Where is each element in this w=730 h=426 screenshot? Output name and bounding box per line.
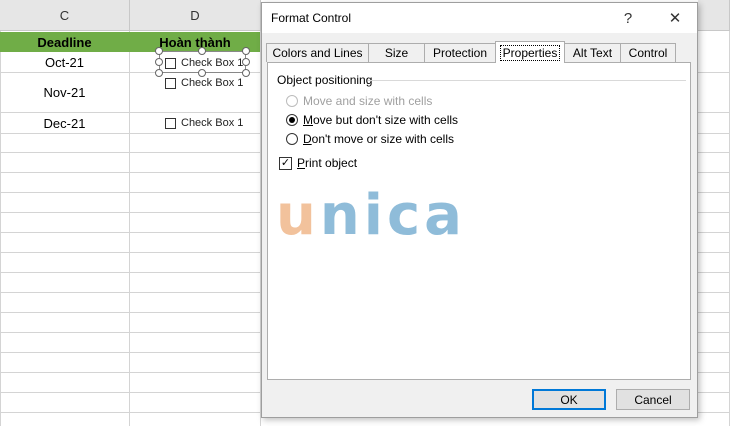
checkbox-label: Check Box 1 [181, 57, 244, 69]
radio-selected-icon[interactable] [286, 114, 298, 126]
form-checkbox-3[interactable]: Check Box 1 [165, 117, 243, 129]
watermark-letter: n [319, 183, 364, 248]
radio-move-not-size[interactable]: Move but don't size with cells [286, 113, 458, 127]
column-header-next[interactable] [698, 0, 730, 31]
checkbox-square[interactable] [165, 77, 176, 89]
column-header-c[interactable]: C [0, 0, 130, 31]
radio-dont-move-or-size[interactable]: Don't move or size with cells [286, 132, 454, 146]
watermark-letter: i [363, 183, 387, 248]
cell-deadline-1[interactable]: Oct-21 [0, 52, 129, 72]
watermark-letter: u [276, 183, 320, 248]
tab-label: Size [384, 46, 409, 60]
tab-label: Control [628, 46, 668, 60]
form-checkbox-2[interactable]: Check Box 1 [165, 77, 243, 89]
tab-control[interactable]: Control [620, 43, 676, 62]
header-cell-done[interactable]: Hoàn thành [130, 32, 260, 52]
cell-deadline-3[interactable]: Dec-21 [0, 113, 129, 133]
tab-alt-text[interactable]: Alt Text [564, 43, 621, 62]
watermark-letter: c [386, 183, 425, 248]
resize-handle[interactable] [242, 69, 250, 77]
radio-circle-icon[interactable] [286, 133, 298, 145]
tab-protection[interactable]: Protection [424, 43, 496, 62]
tab-label: Protection [432, 46, 488, 60]
resize-handle[interactable] [198, 69, 206, 77]
close-button[interactable]: ✕ [665, 8, 685, 28]
cancel-button[interactable]: Cancel [616, 389, 690, 410]
help-button[interactable]: ? [618, 8, 638, 28]
watermark-letter: a [424, 183, 466, 248]
resize-handle[interactable] [155, 69, 163, 77]
dialog-title: Format Control [271, 11, 352, 25]
tab-label: Colors and Lines [272, 46, 363, 60]
tab-label: Alt Text [572, 46, 613, 60]
format-control-dialog: Format Control ? ✕ Colors and Lines Size… [261, 2, 698, 418]
resize-handle[interactable] [198, 47, 206, 55]
header-cell-deadline[interactable]: Deadline [0, 32, 129, 52]
cell-deadline-2[interactable]: Nov-21 [0, 73, 129, 112]
resize-handle[interactable] [155, 47, 163, 55]
checkbox-square[interactable] [165, 57, 176, 69]
grid-line [129, 31, 130, 426]
resize-handle[interactable] [155, 58, 163, 66]
column-header-d[interactable]: D [130, 0, 261, 31]
radio-move-and-size[interactable]: Move and size with cells [286, 94, 432, 108]
resize-handle[interactable] [242, 47, 250, 55]
properties-panel: Object positioning Move and size with ce… [267, 62, 691, 380]
checkbox-square[interactable] [165, 117, 176, 129]
dialog-titlebar[interactable]: Format Control ? ✕ [262, 3, 697, 33]
tab-label: Properties [499, 44, 561, 61]
checkmark-icon[interactable]: ✓ [279, 156, 292, 170]
print-object-checkbox[interactable]: ✓ Print object [279, 156, 357, 170]
ok-button[interactable]: OK [532, 389, 606, 410]
radio-label: Move and size with cells [303, 94, 433, 108]
tab-properties[interactable]: Properties [495, 41, 565, 63]
unica-watermark-logo: unica [276, 183, 466, 248]
form-checkbox-1[interactable]: Check Box 1 [165, 57, 243, 69]
radio-circle-icon[interactable] [286, 95, 298, 107]
group-divider [368, 80, 686, 81]
checkbox-label: Check Box 1 [181, 77, 244, 89]
radio-label: Don't move or size with cells [303, 132, 455, 146]
tab-size[interactable]: Size [368, 43, 425, 62]
checkbox-label: Check Box 1 [181, 117, 244, 129]
checkbox-label: Print object [297, 156, 358, 170]
radio-label: Move but don't size with cells [303, 113, 459, 127]
tab-colors-and-lines[interactable]: Colors and Lines [266, 43, 369, 62]
group-label: Object positioning [277, 73, 377, 87]
